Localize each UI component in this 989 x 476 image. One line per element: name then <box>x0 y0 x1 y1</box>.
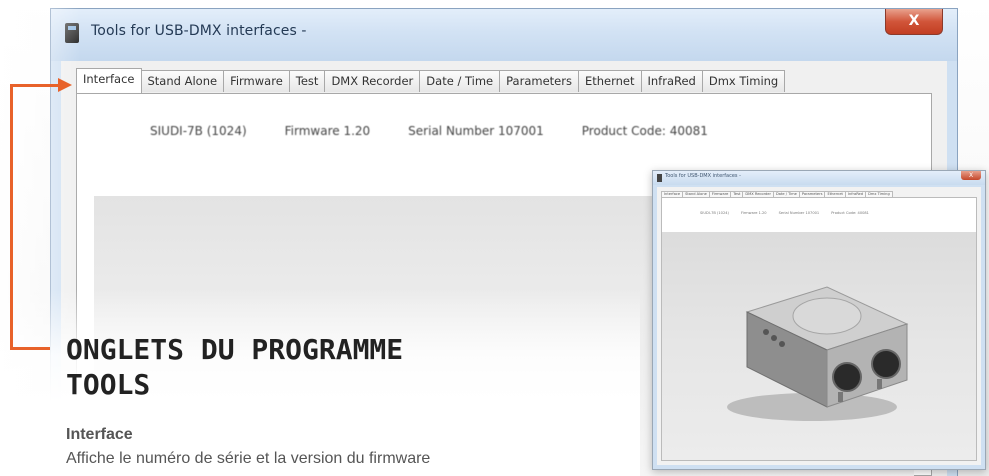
inset-window: Tools for USB-DMX interfaces - X Interfa… <box>652 170 986 470</box>
tab-infrared[interactable]: InfraRed <box>640 70 703 92</box>
inset-window-title: Tools for USB-DMX interfaces - <box>665 173 741 179</box>
product-code: Product Code: 40081 <box>581 124 708 138</box>
inset-title-bar: Tools for USB-DMX interfaces - X <box>653 171 985 185</box>
callout-bracket-bottom <box>10 347 50 350</box>
device-dome <box>792 297 862 335</box>
xlr-connector-icon <box>871 349 901 379</box>
headline-line-2: TOOLS <box>66 368 151 401</box>
connector-tab <box>877 379 882 389</box>
tab-interface[interactable]: Interface <box>76 68 142 93</box>
connector-tab <box>838 392 843 402</box>
tab-ethernet[interactable]: Ethernet <box>577 70 642 92</box>
inset-serial-number: Serial Number 107001 <box>778 211 820 215</box>
callout-bracket <box>10 84 13 350</box>
inset-close-button: X <box>961 171 981 180</box>
inset-tab-panel: SIUDI-7B (1024) Firmware 1.20 Serial Num… <box>661 197 977 461</box>
tab-parameters[interactable]: Parameters <box>499 70 579 92</box>
inset-product-code: Product Code: 40081 <box>831 211 869 215</box>
tab-date-time[interactable]: Date / Time <box>419 70 501 92</box>
close-button[interactable]: X <box>885 9 943 35</box>
headline-line-1: ONGLETS DU PROGRAMME <box>66 333 404 366</box>
inset-device-name: SIUDI-7B (1024) <box>700 211 729 215</box>
section-description: Affiche le numéro de série et la version… <box>66 450 431 467</box>
tab-dmx-recorder[interactable]: DMX Recorder <box>324 70 421 92</box>
inset-app-icon <box>657 174 662 182</box>
section-subhead: Interface <box>66 426 133 443</box>
section-headline: ONGLETS DU PROGRAMME TOOLS <box>66 332 466 402</box>
led-icon <box>779 341 785 347</box>
inset-device-view <box>662 232 976 460</box>
tab-strip: Interface Stand Alone Firmware Test DMX … <box>76 68 786 93</box>
tab-stand-alone[interactable]: Stand Alone <box>140 70 225 92</box>
title-bar[interactable]: Tools for USB-DMX interfaces - X <box>51 9 957 61</box>
inset-client: Interface Stand Alone Firmware Test DMX … <box>657 187 981 465</box>
serial-number: Serial Number 107001 <box>408 124 544 138</box>
callout-bracket-top <box>10 84 62 87</box>
inset-firmware-version: Firmware 1.20 <box>740 211 767 215</box>
firmware-version: Firmware 1.20 <box>284 124 371 138</box>
tab-test[interactable]: Test <box>288 70 326 92</box>
tab-dmx-timing[interactable]: Dmx Timing <box>701 70 786 92</box>
window-title: Tools for USB-DMX interfaces - <box>91 23 307 39</box>
led-icon <box>763 329 769 335</box>
inset-interface-info: SIUDI-7B (1024) Firmware 1.20 Serial Num… <box>700 211 869 215</box>
device-name: SIUDI-7B (1024) <box>150 124 247 138</box>
tab-firmware[interactable]: Firmware <box>223 70 290 92</box>
usb-dmx-device-illustration <box>727 286 909 421</box>
interface-info: SIUDI-7B (1024) Firmware 1.20 Serial Num… <box>150 124 708 138</box>
led-icon <box>771 335 777 341</box>
xlr-connector-icon <box>832 362 862 392</box>
arrow-head-icon <box>58 78 72 92</box>
